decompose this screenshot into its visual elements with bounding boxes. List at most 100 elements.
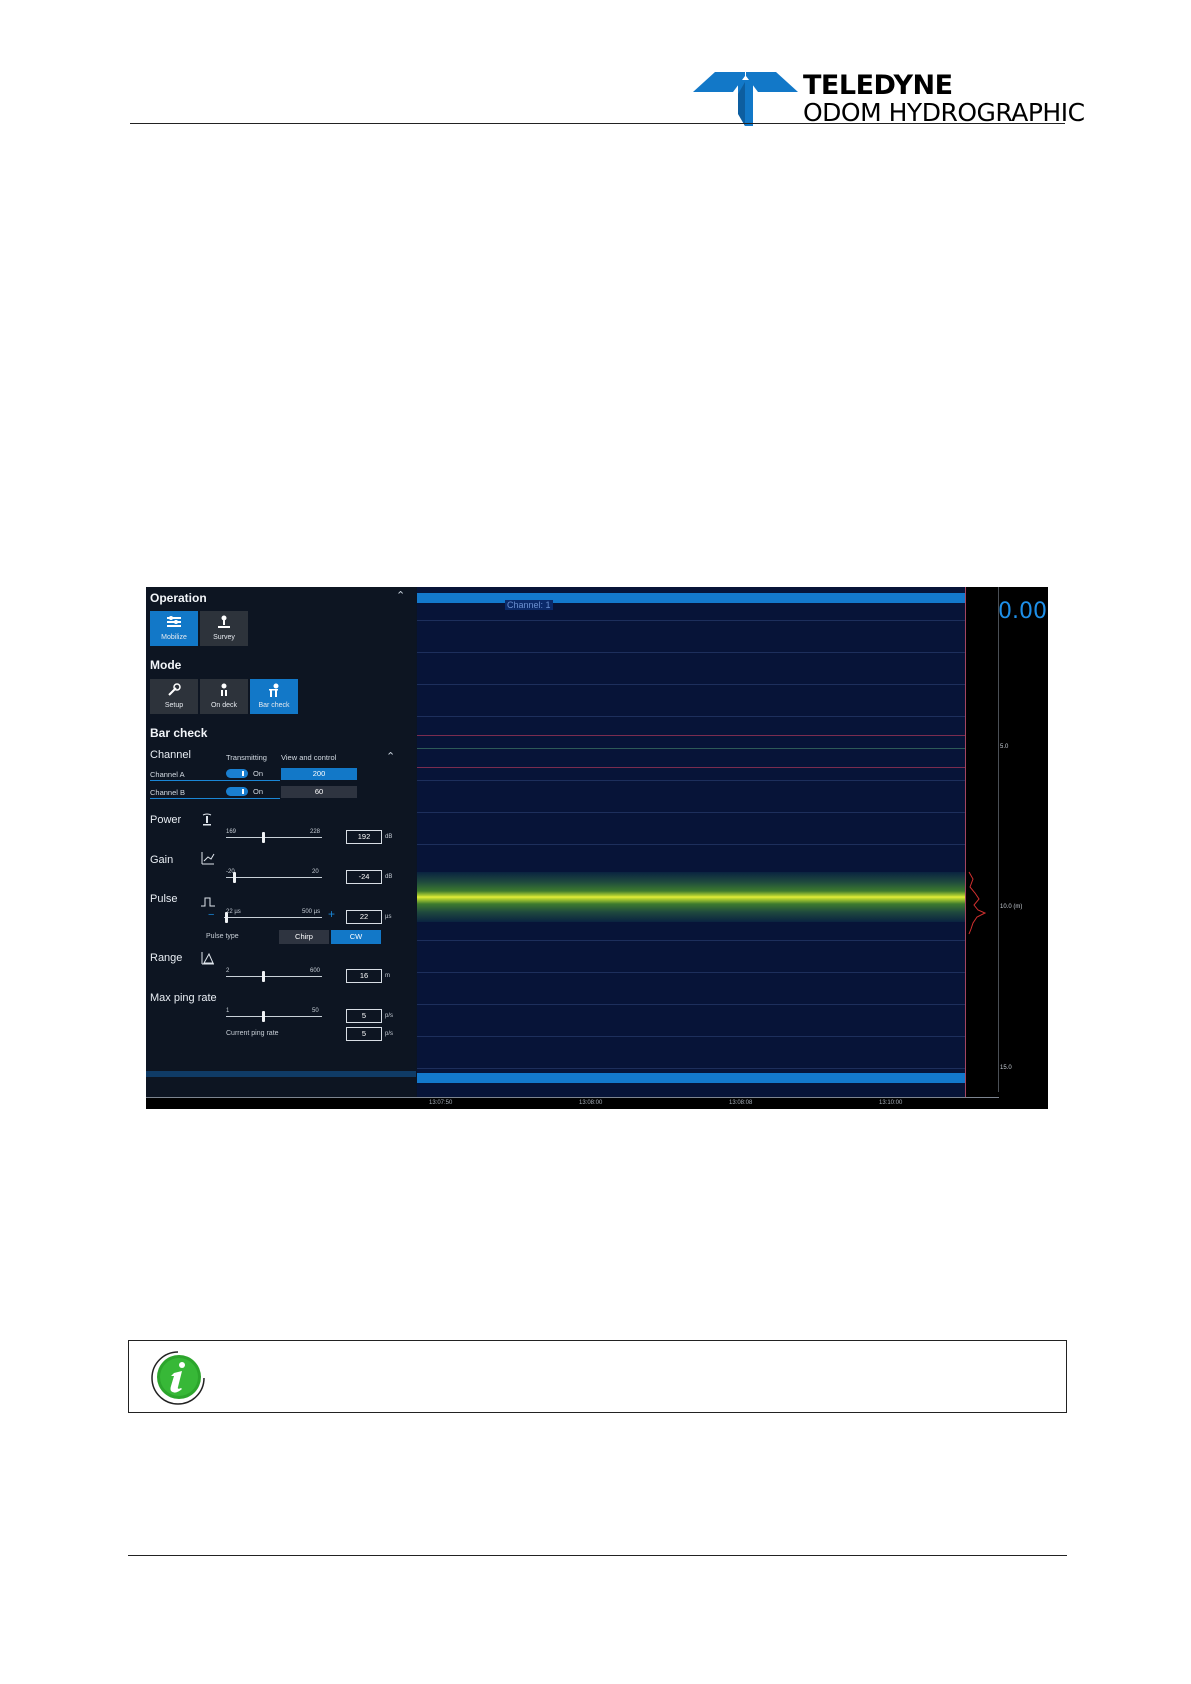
grid-line [417, 972, 965, 973]
channel-label: Channel [150, 749, 191, 761]
pulse-slider-thumb[interactable] [225, 912, 228, 923]
channel-collapse-icon[interactable]: ⌃ [386, 750, 395, 763]
channel-a-state: On [253, 769, 264, 778]
channel-b-toggle[interactable] [226, 787, 248, 796]
current-ping-rate-label: Current ping rate [226, 1030, 279, 1037]
scale-label-10: 10.0 (m) [1000, 904, 1023, 910]
operation-collapse-icon[interactable]: ⌃ [396, 589, 405, 602]
gain-unit: dB [385, 874, 393, 880]
grid-line [417, 940, 965, 941]
scale-label-15: 15.0 [1000, 1065, 1012, 1071]
info-icon [149, 1349, 207, 1407]
range-icon [201, 951, 215, 970]
range-slider-thumb[interactable] [262, 971, 266, 982]
grid-line [417, 844, 965, 845]
power-icon [202, 813, 212, 832]
gain-icon [201, 851, 215, 870]
time-label: 13:07:50 [429, 1100, 453, 1106]
channel-b-underline [150, 798, 280, 799]
header-rule [130, 123, 1065, 124]
pulse-type-chirp[interactable]: Chirp [279, 930, 329, 944]
depth-scale [999, 587, 1048, 1109]
mobilize-button[interactable]: Mobilize [150, 611, 198, 646]
pulse-minus-button[interactable]: − [208, 909, 214, 921]
mobilize-label: Mobilize [161, 634, 187, 641]
range-label: Range [150, 952, 183, 964]
channel-b-value[interactable]: 60 [281, 786, 357, 798]
pulse-value-input[interactable]: 22 [346, 910, 382, 924]
depth-scale-axis [998, 587, 999, 1092]
grid-line-green [417, 748, 965, 749]
channel-a-name: Channel A [150, 770, 185, 779]
grid-line [417, 620, 965, 621]
grid-line [417, 780, 965, 781]
bottom-echo-return [417, 872, 965, 922]
ping-unit: p/s [385, 1013, 394, 1019]
range-unit: m [385, 973, 390, 979]
teledyne-logo-icon [693, 72, 798, 126]
power-slider-thumb[interactable] [262, 832, 266, 843]
channel-tag: Channel: 1 [505, 600, 553, 610]
survey-label: Survey [213, 634, 235, 641]
echogram-view[interactable]: Channel: 1 [417, 587, 965, 1097]
ping-slider-track[interactable] [226, 1016, 322, 1017]
echogram-top-bar [417, 593, 965, 603]
time-label: 13:10:00 [879, 1100, 903, 1106]
setup-label: Setup [164, 702, 184, 709]
pulse-max: 500 µs [302, 909, 321, 915]
channel-a-value[interactable]: 200 [281, 768, 357, 780]
power-label: Power [150, 814, 182, 826]
grid-line [417, 1036, 965, 1037]
control-panel: Operation ⌃ Mobilize Survey Mode Setup O… [146, 587, 416, 1109]
survey-button[interactable]: Survey [200, 611, 248, 646]
channel-b-name: Channel B [150, 788, 186, 797]
time-label: 13:08:08 [729, 1100, 753, 1106]
bar-check-label: Bar check [258, 702, 290, 709]
power-value-input[interactable]: 192 [346, 830, 382, 844]
pulse-label: Pulse [150, 893, 178, 905]
bar-check-icon [250, 679, 298, 701]
ping-rate-label: Max ping rate [150, 992, 217, 1004]
grid-line [417, 716, 965, 717]
grid-line [417, 812, 965, 813]
setup-button[interactable]: Setup [150, 679, 198, 714]
power-slider-track[interactable] [226, 837, 322, 838]
power-max: 228 [310, 829, 321, 835]
grid-line [417, 684, 965, 685]
pulse-slider-track[interactable] [224, 917, 322, 918]
setup-icon [150, 679, 198, 701]
pulse-type-cw[interactable]: CW [331, 930, 381, 944]
pulse-unit: µs [385, 914, 392, 920]
software-screenshot: Operation ⌃ Mobilize Survey Mode Setup O… [146, 587, 1048, 1109]
bar-check-button[interactable]: Bar check [250, 679, 298, 714]
mode-title: Mode [150, 658, 182, 672]
gain-value-input[interactable]: -24 [346, 870, 382, 884]
channel-a-toggle[interactable] [226, 769, 248, 778]
ping-min: 1 [226, 1008, 230, 1014]
panel-bottom-bar [146, 1071, 416, 1077]
gain-max: 20 [312, 869, 319, 875]
echogram-bottom-bar [417, 1073, 965, 1083]
time-axis-rule [146, 1097, 999, 1098]
mobilize-icon [150, 611, 198, 633]
grid-line-pink [417, 735, 965, 736]
depth-readout: 0.00 [998, 599, 1047, 624]
gain-slider-track[interactable] [226, 877, 322, 878]
range-slider-track[interactable] [226, 976, 322, 977]
grid-line [417, 1004, 965, 1005]
range-value-input[interactable]: 16 [346, 969, 382, 983]
ping-value-input[interactable]: 5 [346, 1009, 382, 1023]
current-ping-rate-value: 5 [346, 1027, 382, 1041]
power-min: 169 [226, 829, 237, 835]
waveform-trace [968, 871, 987, 935]
operation-title: Operation [150, 591, 207, 605]
gain-slider-thumb[interactable] [232, 872, 236, 883]
note-box [128, 1340, 1067, 1413]
survey-icon [200, 611, 248, 633]
ping-slider-thumb[interactable] [262, 1011, 266, 1022]
scale-label-5: 5.0 [1000, 744, 1009, 750]
pulse-plus-button[interactable]: + [328, 907, 335, 921]
on-deck-button[interactable]: On deck [200, 679, 248, 714]
grid-line-pink [417, 767, 965, 768]
channel-a-underline [150, 780, 280, 781]
